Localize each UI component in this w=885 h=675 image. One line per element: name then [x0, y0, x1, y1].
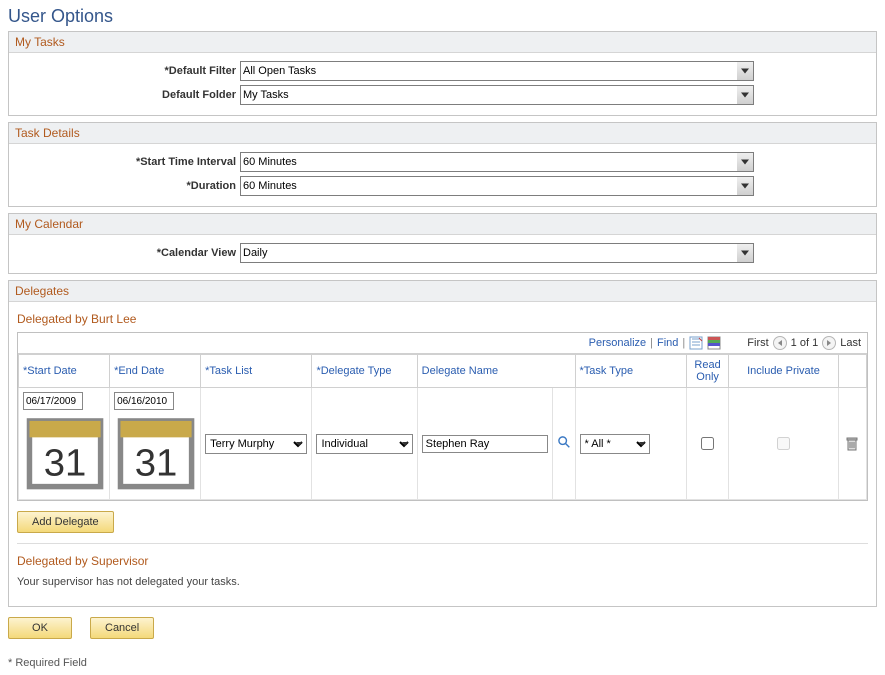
section-header-delegates: Delegates — [9, 281, 876, 302]
required-field-footnote: * Required Field — [8, 657, 877, 669]
toolbar-sep: | — [682, 337, 685, 349]
page-title: User Options — [8, 6, 877, 27]
section-header-my-tasks: My Tasks — [9, 32, 876, 53]
personalize-link[interactable]: Personalize — [589, 337, 646, 349]
delegates-table: *Start Date *End Date *Task List *Delega… — [18, 354, 867, 500]
section-my-calendar: My Calendar *Calendar View Daily — [8, 213, 877, 274]
calendar-view-select[interactable]: Daily — [240, 243, 754, 263]
download-grid-icon[interactable] — [707, 336, 721, 350]
section-task-details: Task Details *Start Time Interval 60 Min… — [8, 122, 877, 207]
heading-delegated-by-supervisor: Delegated by Supervisor — [17, 554, 868, 568]
col-task-list[interactable]: *Task List — [201, 355, 312, 388]
label-start-interval: *Start Time Interval — [15, 156, 240, 168]
nav-prev-icon[interactable] — [773, 336, 787, 350]
delegate-type-select[interactable]: Individual — [316, 434, 412, 454]
table-row: 31 31 Terry Murphy — [19, 388, 867, 500]
find-link[interactable]: Find — [657, 337, 678, 349]
label-duration: *Duration — [15, 180, 240, 192]
section-delegates: Delegates Delegated by Burt Lee Personal… — [8, 280, 877, 607]
section-my-tasks: My Tasks *Default Filter All Open Tasks … — [8, 31, 877, 116]
nav-next-icon[interactable] — [822, 336, 836, 350]
task-type-select[interactable]: * All * — [580, 434, 650, 454]
read-only-checkbox[interactable] — [701, 437, 714, 450]
col-delegate-name[interactable]: Delegate Name — [417, 355, 575, 388]
section-header-task-details: Task Details — [9, 123, 876, 144]
default-folder-select[interactable]: My Tasks — [240, 85, 754, 105]
cancel-button[interactable]: Cancel — [90, 617, 154, 639]
task-list-select[interactable]: Terry Murphy — [205, 434, 307, 454]
label-default-filter: *Default Filter — [15, 65, 240, 77]
col-delete — [838, 355, 866, 388]
label-calendar-view: *Calendar View — [15, 247, 240, 259]
default-filter-select[interactable]: All Open Tasks — [240, 61, 754, 81]
nav-counter: 1 of 1 — [791, 337, 819, 349]
zoom-grid-icon[interactable] — [689, 336, 703, 350]
section-header-my-calendar: My Calendar — [9, 214, 876, 235]
lookup-icon[interactable] — [557, 440, 570, 452]
start-interval-select[interactable]: 60 Minutes — [240, 152, 754, 172]
delegate-name-input[interactable] — [422, 435, 549, 453]
heading-delegated-by-user: Delegated by Burt Lee — [17, 312, 868, 326]
ok-button[interactable]: OK — [8, 617, 72, 639]
delegates-grid: Personalize | Find | First 1 of 1 Last — [17, 332, 868, 501]
col-end-date[interactable]: *End Date — [110, 355, 201, 388]
col-start-date[interactable]: *Start Date — [19, 355, 110, 388]
col-task-type[interactable]: *Task Type — [575, 355, 686, 388]
label-default-folder: Default Folder — [15, 89, 240, 101]
toolbar-sep: | — [650, 337, 653, 349]
svg-text:31: 31 — [44, 442, 87, 485]
col-include-private[interactable]: Include Private — [729, 355, 838, 388]
include-private-checkbox[interactable] — [777, 437, 790, 450]
duration-select[interactable]: 60 Minutes — [240, 176, 754, 196]
calendar-icon[interactable]: 31 — [115, 483, 197, 495]
delete-row-icon[interactable] — [845, 436, 859, 452]
grid-toolbar: Personalize | Find | First 1 of 1 Last — [18, 333, 867, 354]
divider — [17, 543, 868, 544]
nav-last-label: Last — [840, 337, 861, 349]
supervisor-message: Your supervisor has not delegated your t… — [17, 576, 868, 588]
calendar-icon[interactable]: 31 — [24, 483, 106, 495]
col-read-only[interactable]: Read Only — [686, 355, 729, 388]
svg-text:31: 31 — [135, 442, 178, 485]
start-date-input[interactable] — [23, 392, 83, 410]
add-delegate-button[interactable]: Add Delegate — [17, 511, 114, 533]
end-date-input[interactable] — [114, 392, 174, 410]
col-delegate-type[interactable]: *Delegate Type — [312, 355, 417, 388]
nav-first-label: First — [747, 337, 768, 349]
